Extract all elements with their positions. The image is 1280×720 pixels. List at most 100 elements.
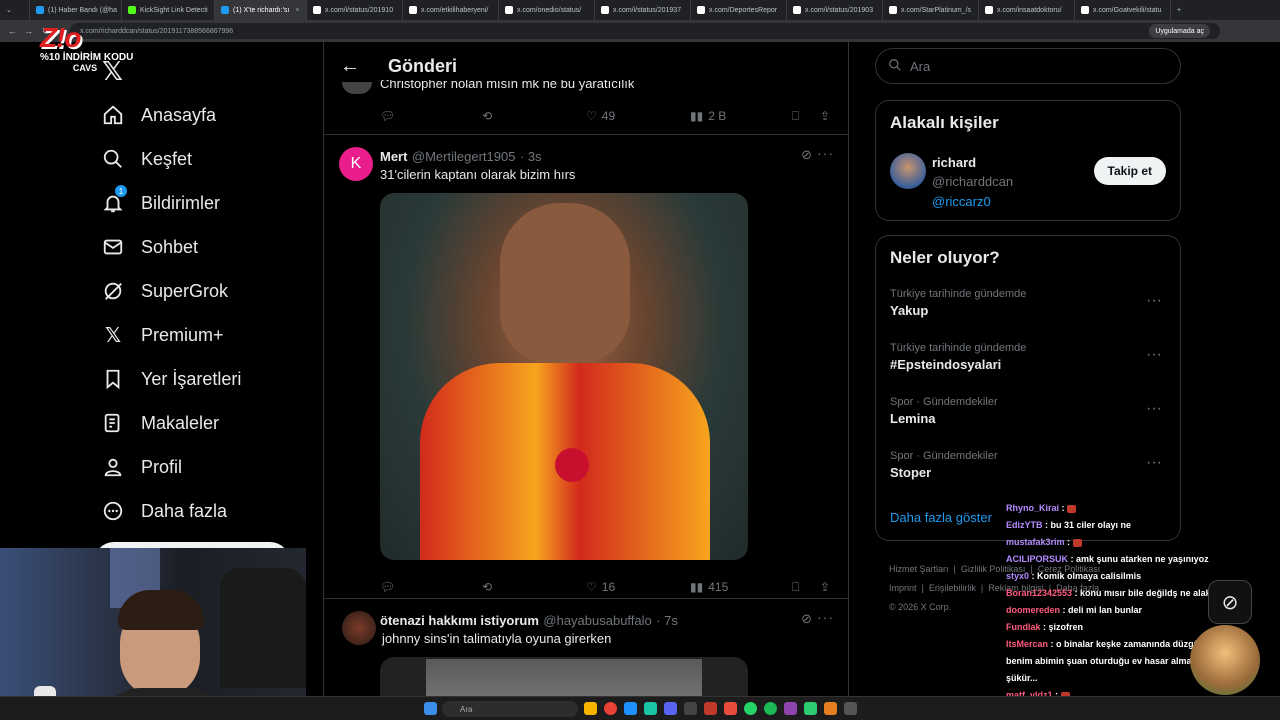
sidebar-item-supergrok[interactable]: SuperGrok xyxy=(95,269,315,313)
more-options-icon[interactable]: ··· xyxy=(1146,346,1162,364)
app-icon[interactable] xyxy=(804,702,817,715)
chat-username[interactable]: styx0 xyxy=(1006,571,1029,581)
forward-nav-icon[interactable]: → xyxy=(24,26,33,36)
chat-username[interactable]: ItsMercan xyxy=(1006,639,1048,649)
views-button[interactable]: ▮▮ 415 xyxy=(690,580,728,594)
sidebar-item-explore[interactable]: Keşfet xyxy=(95,137,315,181)
bookmark-button[interactable]: ⎕ xyxy=(792,580,799,595)
more-options-icon[interactable]: ··· xyxy=(1146,400,1162,418)
sidebar-item-premium[interactable]: 𝕏 Premium+ xyxy=(95,313,315,357)
browser-tab[interactable]: (1) Haber Bandı (@ha xyxy=(30,0,122,20)
spotify-icon[interactable] xyxy=(764,702,777,715)
sidebar-item-profile[interactable]: Profil xyxy=(95,445,315,489)
browser-tab[interactable]: x.com/DeportesRepor xyxy=(691,0,787,20)
open-in-app-button[interactable]: Uygulamada aç xyxy=(1149,24,1210,38)
more-options-icon[interactable]: ··· xyxy=(1146,454,1162,472)
share-button[interactable]: ⇪ xyxy=(820,109,830,123)
app-icon[interactable] xyxy=(644,702,657,715)
sidebar-item-more[interactable]: Daha fazla xyxy=(95,489,315,533)
like-button[interactable]: ♡ 16 xyxy=(586,580,615,594)
browser-tab[interactable]: x.com/Goatvekili/statu xyxy=(1075,0,1171,20)
avatar[interactable] xyxy=(890,153,926,189)
file-explorer-icon[interactable] xyxy=(584,702,597,715)
footer-link[interactable]: Erişilebilirlik xyxy=(929,583,976,593)
sidebar-item-chat[interactable]: Sohbet xyxy=(95,225,315,269)
footer-link[interactable]: Imprint xyxy=(889,583,917,593)
chat-username[interactable]: Rhyno_Kirai xyxy=(1006,503,1059,513)
tweet-timestamp[interactable]: · 7s xyxy=(656,613,678,628)
chat-username[interactable]: mustafak3rim xyxy=(1006,537,1065,547)
tab-menu-button[interactable]: ⌄ xyxy=(0,0,30,20)
browser-tab[interactable]: x.com/i/status/201937 xyxy=(595,0,691,20)
back-nav-icon[interactable]: ← xyxy=(8,26,17,36)
app-icon[interactable] xyxy=(704,702,717,715)
chat-username[interactable]: Boran12342553 xyxy=(1006,588,1072,598)
tweet-author-handle[interactable]: @hayabusabuffalo xyxy=(543,613,651,628)
chat-username[interactable]: Fundlak xyxy=(1006,622,1041,632)
trend-item[interactable]: Türkiye tarihinde gündemde Yakup ··· xyxy=(890,288,1170,318)
related-user-handle[interactable]: @richarddcan xyxy=(932,174,1013,189)
sidebar-item-bookmarks[interactable]: Yer İşaretleri xyxy=(95,357,315,401)
avatar[interactable]: K xyxy=(339,147,373,181)
footer-link[interactable]: Hizmet Şartları xyxy=(889,564,949,574)
grok-icon[interactable]: ⊘ xyxy=(801,611,812,627)
back-arrow-icon[interactable]: ← xyxy=(340,55,360,78)
tweet-author-name[interactable]: ötenazi hakkımı istiyorum xyxy=(380,613,539,628)
follow-button[interactable]: Takip et xyxy=(1093,157,1166,185)
chat-username[interactable]: doomereden xyxy=(1006,605,1060,615)
close-tab-icon[interactable]: × xyxy=(295,7,299,14)
browser-tab-active[interactable]: (1) X'te richardı:'sı × xyxy=(215,0,307,20)
browser-tab[interactable]: x.com/insaatdoktoru/ xyxy=(979,0,1075,20)
tweet-author-handle[interactable]: @Mertilegert1905 xyxy=(412,149,516,164)
search-input[interactable]: Ara xyxy=(875,48,1181,84)
app-icon[interactable] xyxy=(784,702,797,715)
reply-button[interactable]: 💬︎ xyxy=(380,580,395,594)
sidebar-item-articles[interactable]: Makaleler xyxy=(95,401,315,445)
trend-item[interactable]: Spor · Gündemdekiler Lemina ··· xyxy=(890,396,1170,426)
tweet-image[interactable] xyxy=(380,193,748,560)
taskbar-search[interactable]: Ara xyxy=(442,701,578,717)
bookmark-button[interactable]: ⎕ xyxy=(792,109,799,124)
edge-icon[interactable] xyxy=(624,702,637,715)
browser-tab[interactable]: x.com/onedio/status/ xyxy=(499,0,595,20)
retweet-button[interactable]: ⟲ xyxy=(482,580,492,594)
browser-tab[interactable]: x.com/StarPlatinum_/s xyxy=(883,0,979,20)
chrome-icon[interactable] xyxy=(604,702,617,715)
grok-icon[interactable]: ⊘ xyxy=(801,147,812,163)
related-user-name[interactable]: richard xyxy=(932,155,976,170)
grok-float-button[interactable]: ⊘ xyxy=(1208,580,1252,624)
tweet-timestamp[interactable]: · 3s xyxy=(520,149,542,164)
like-button[interactable]: ♡ 49 xyxy=(586,109,615,123)
chat-username[interactable]: EdizYTB xyxy=(1006,520,1043,530)
whatsapp-icon[interactable] xyxy=(744,702,757,715)
more-options-icon[interactable]: ··· xyxy=(1146,292,1162,310)
tweet-author-name[interactable]: Mert xyxy=(380,149,407,164)
avatar[interactable] xyxy=(342,611,376,645)
app-icon[interactable] xyxy=(724,702,737,715)
chat-username[interactable]: ACILIPORSUK xyxy=(1006,554,1068,564)
share-button[interactable]: ⇪ xyxy=(820,580,830,594)
show-more-link[interactable]: Daha fazla göster xyxy=(890,510,992,525)
trend-item[interactable]: Spor · Gündemdekiler Stoper ··· xyxy=(890,450,1170,480)
start-icon[interactable] xyxy=(424,702,437,715)
more-options-icon[interactable]: ··· xyxy=(817,145,834,161)
avatar[interactable] xyxy=(342,82,372,94)
app-icon[interactable] xyxy=(684,702,697,715)
reply-button[interactable]: 💬︎ xyxy=(380,109,395,123)
sidebar-item-notifications[interactable]: 1 Bildirimler xyxy=(95,181,315,225)
url-field[interactable]: x.com/richarddcan/status/201911738856686… xyxy=(70,23,1220,39)
app-icon[interactable] xyxy=(844,702,857,715)
views-button[interactable]: ▮▮ 2 B xyxy=(690,109,726,123)
browser-tab[interactable]: x.com/i/status/201903 xyxy=(787,0,883,20)
new-tab-button[interactable]: + xyxy=(1171,0,1191,20)
sidebar-item-home[interactable]: Anasayfa xyxy=(95,93,315,137)
browser-tab[interactable]: KickSight Link Detecti xyxy=(122,0,215,20)
browser-tab[interactable]: x.com/i/status/201910 xyxy=(307,0,403,20)
browser-tab[interactable]: x.com/etkilihaberyeni/ xyxy=(403,0,499,20)
retweet-button[interactable]: ⟲ xyxy=(482,109,492,123)
more-options-icon[interactable]: ··· xyxy=(817,609,834,625)
trend-item[interactable]: Türkiye tarihinde gündemde #Epsteindosya… xyxy=(890,342,1170,372)
discord-icon[interactable] xyxy=(664,702,677,715)
tweet[interactable]: K Mert @Mertilegert1905 · 3s ⊘ ··· 31'ci… xyxy=(324,134,848,598)
app-icon[interactable] xyxy=(824,702,837,715)
